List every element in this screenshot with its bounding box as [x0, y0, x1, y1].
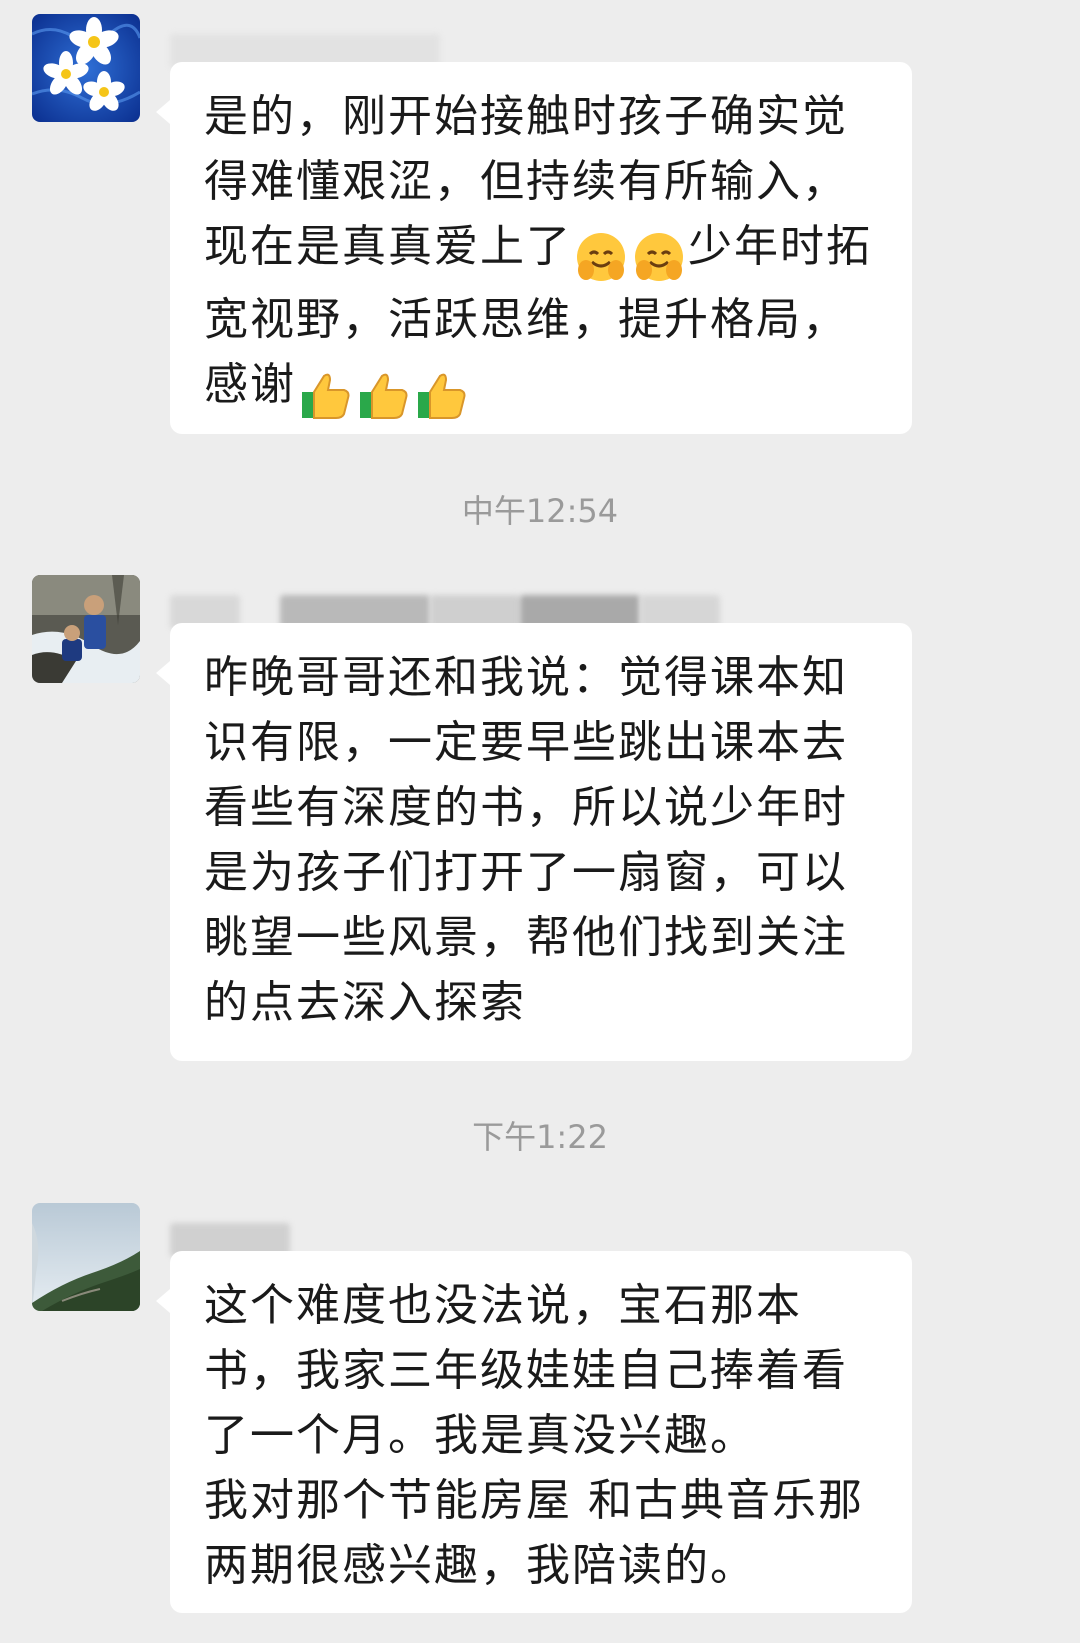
timestamp: 下午1:22	[472, 1118, 608, 1156]
avatar[interactable]	[32, 575, 140, 683]
outdoor-avatar-image	[32, 575, 140, 683]
message-bubble[interactable]: 是的，刚开始接触时孩子确实觉得难懂艰涩，但持续有所输入，现在是真真爱上了 少年时拓…	[156, 62, 912, 434]
avatar[interactable]	[32, 1203, 140, 1311]
message-bubble[interactable]: 这个难度也没法说，宝石那本书，我家三年级娃娃自己捧着看了一个月。我是真没兴趣。 …	[156, 1251, 912, 1613]
message-text: 这个难度也没法说，宝石那本书，我家三年级娃娃自己捧着看了一个月。我是真没兴趣。 …	[204, 1280, 864, 1591]
chat-area: 是的，刚开始接触时孩子确实觉得难懂艰涩，但持续有所输入，现在是真真爱上了 少年时拓…	[0, 0, 1080, 1643]
message-text: 昨晚哥哥还和我说：觉得课本知识有限，一定要早些跳出课本去看些有深度的书，所以说少…	[204, 652, 848, 1028]
avatar[interactable]	[32, 14, 140, 122]
timestamp: 中午12:54	[461, 492, 619, 530]
message-bubble[interactable]: 昨晚哥哥还和我说：觉得课本知识有限，一定要早些跳出课本去看些有深度的书，所以说少…	[156, 623, 912, 1061]
landscape-avatar-image	[32, 1203, 140, 1311]
message-text: 是的，刚开始接触时孩子确实觉得难懂艰涩，但持续有所输入，现在是真真爱上了 少年时拓…	[204, 84, 878, 425]
thumbs-up-emoji-icon	[296, 360, 354, 425]
hugging-face-emoji-icon	[572, 222, 688, 287]
flower-avatar-image	[32, 14, 140, 122]
thumbs-up-emoji-icon	[354, 360, 470, 425]
